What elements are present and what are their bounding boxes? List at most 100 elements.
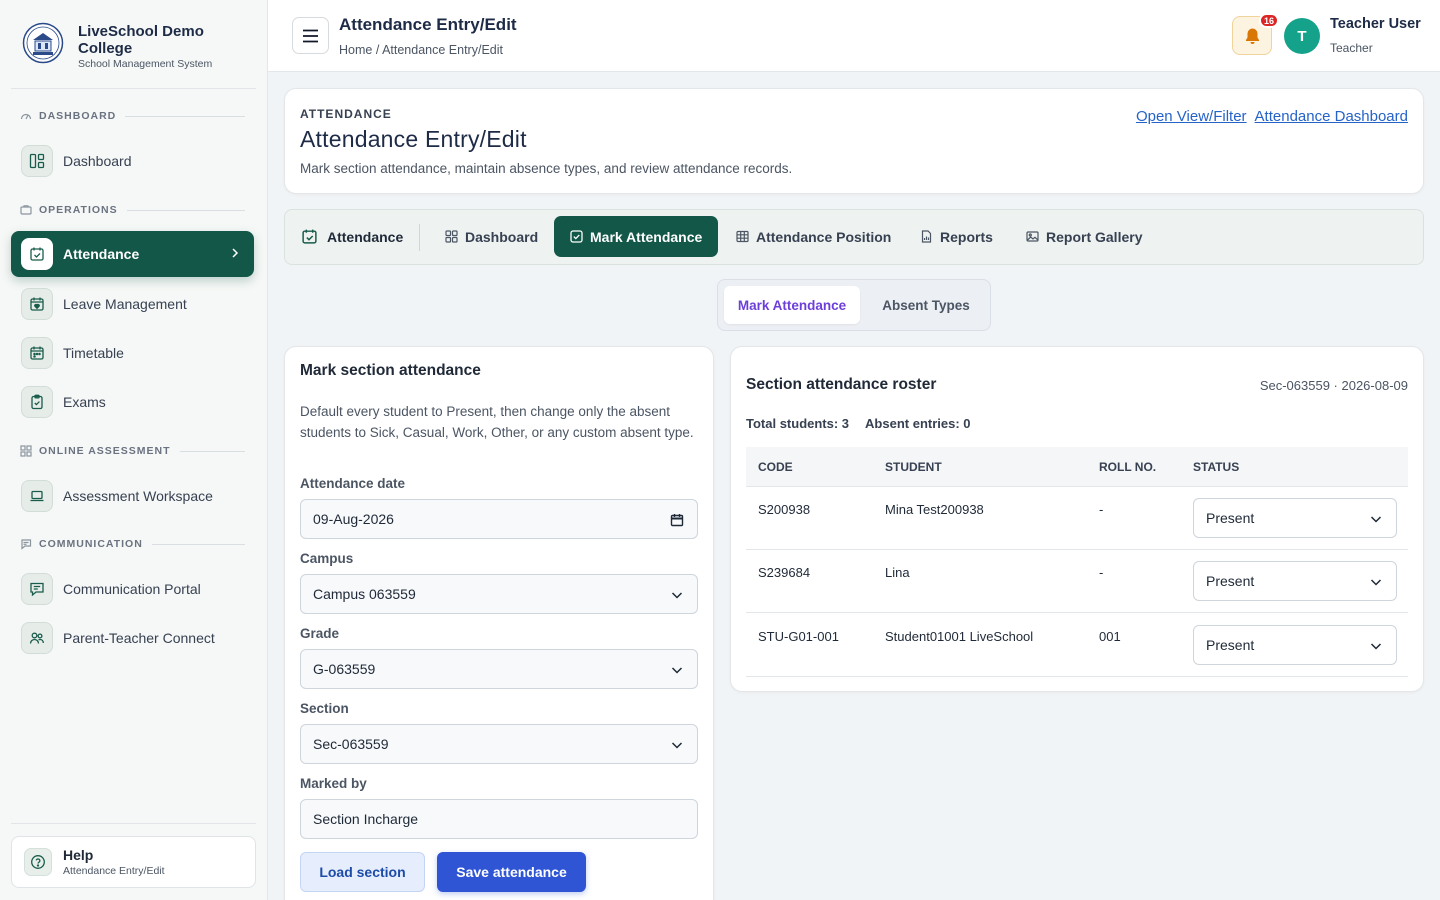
marked-by-label: Marked by: [300, 776, 367, 791]
laptop-icon: [21, 480, 53, 512]
notifications-button[interactable]: 16: [1232, 13, 1280, 55]
tab-label: Reports: [940, 228, 993, 245]
segment-mark-attendance[interactable]: Mark Attendance: [724, 286, 860, 324]
sidebar: LiveSchool Demo College School Managemen…: [0, 0, 268, 900]
grid-icon: [20, 445, 32, 457]
segment-absent-types[interactable]: Absent Types: [866, 286, 986, 324]
cell-code: S239684: [758, 565, 811, 580]
campus-select[interactable]: Campus 063559: [300, 574, 698, 614]
tab-attendance-position[interactable]: Attendance Position: [720, 216, 907, 257]
section-operations: OPERATIONS: [20, 202, 245, 218]
grade-label: Grade: [300, 626, 340, 641]
load-section-button[interactable]: Load section: [300, 852, 425, 892]
attendance-dashboard-link[interactable]: Attendance Dashboard: [1255, 108, 1408, 125]
section-label: OPERATIONS: [39, 204, 118, 216]
tab-report-gallery[interactable]: Report Gallery: [1010, 216, 1158, 257]
attendance-roster-card: Section attendance roster Sec-063559 · 2…: [730, 346, 1424, 692]
sidebar-item-communication-portal[interactable]: Communication Portal: [11, 566, 254, 612]
page-header-card: ATTENDANCE Attendance Entry/Edit Mark se…: [284, 88, 1424, 194]
open-view-filter-link[interactable]: Open View/Filter: [1136, 108, 1247, 125]
table-row: S200938 Mina Test200938 - Present: [746, 487, 1408, 550]
section-label: ONLINE ASSESSMENT: [39, 445, 171, 457]
help-card[interactable]: Help Attendance Entry/Edit: [11, 836, 256, 888]
attendance-date-input[interactable]: 09-Aug-2026: [300, 499, 698, 539]
chevron-down-icon: [1369, 639, 1383, 653]
module-tab-bar: Attendance Dashboard Mark Attendance Att…: [284, 209, 1424, 265]
gauge-icon: [20, 110, 32, 122]
roster-stats: Total students: 3 Absent entries: 0: [746, 416, 971, 431]
section-label: DASHBOARD: [39, 110, 117, 122]
attendance-date-label: Attendance date: [300, 476, 406, 491]
column-header-status: STATUS: [1193, 460, 1240, 474]
brand-subtitle: School Management System: [78, 58, 213, 70]
tab-dashboard[interactable]: Dashboard: [429, 216, 554, 257]
absent-entries: Absent entries: 0: [865, 416, 971, 431]
college-logo-icon: [22, 22, 64, 64]
section-dashboard: DASHBOARD: [20, 108, 245, 124]
column-header-roll: ROLL NO.: [1099, 460, 1157, 474]
file-chart-icon: [920, 230, 933, 243]
grade-select[interactable]: G-063559: [300, 649, 698, 689]
section-select[interactable]: Sec-063559: [300, 724, 698, 764]
sidebar-item-label: Exams: [63, 394, 106, 410]
sidebar-item-assessment-workspace[interactable]: Assessment Workspace: [11, 473, 254, 519]
total-students: Total students: 3: [746, 416, 850, 431]
field-value: 09-Aug-2026: [313, 511, 394, 527]
menu-toggle-button[interactable]: [292, 17, 329, 54]
save-attendance-button[interactable]: Save attendance: [437, 852, 586, 892]
tab-label: Attendance Position: [756, 228, 892, 245]
status-value: Present: [1206, 637, 1255, 653]
status-select[interactable]: Present: [1193, 625, 1397, 665]
grid-icon: [445, 230, 458, 243]
brand[interactable]: LiveSchool Demo College School Managemen…: [22, 22, 228, 70]
mark-attendance-form: Mark section attendance Default every st…: [284, 346, 714, 900]
briefcase-icon: [20, 204, 32, 216]
section-label: COMMUNICATION: [39, 538, 143, 550]
users-icon: [21, 622, 53, 654]
column-header-student: STUDENT: [885, 460, 942, 474]
tab-mark-attendance[interactable]: Mark Attendance: [554, 216, 719, 257]
form-title: Mark section attendance: [300, 362, 481, 379]
field-value: Section Incharge: [313, 811, 419, 827]
help-subtitle: Attendance Entry/Edit: [63, 865, 165, 877]
status-select[interactable]: Present: [1193, 498, 1397, 538]
sidebar-item-parent-teacher-connect[interactable]: Parent-Teacher Connect: [11, 615, 254, 661]
chevron-down-icon: [670, 588, 684, 602]
avatar[interactable]: T: [1284, 18, 1320, 54]
section-online-assessment: ONLINE ASSESSMENT: [20, 443, 245, 459]
cell-roll: -: [1099, 502, 1104, 517]
sidebar-item-leave-management[interactable]: Leave Management: [11, 281, 254, 327]
calendar-check-icon: [21, 238, 53, 270]
layout-icon: [21, 145, 53, 177]
chevron-down-icon: [670, 738, 684, 752]
sidebar-item-label: Attendance: [63, 246, 140, 262]
calendar-heart-icon: [21, 288, 53, 320]
marked-by-input[interactable]: Section Incharge: [300, 799, 698, 839]
calendar-icon[interactable]: [670, 513, 684, 527]
status-value: Present: [1206, 573, 1255, 589]
view-segmented-control: Mark Attendance Absent Types: [717, 279, 991, 331]
status-select[interactable]: Present: [1193, 561, 1397, 601]
tab-attendance-home[interactable]: Attendance: [301, 228, 403, 245]
calendar-grid-icon: [21, 337, 53, 369]
cell-code: STU-G01-001: [758, 629, 839, 644]
help-circle-icon: [24, 848, 52, 876]
column-header-code: CODE: [758, 460, 793, 474]
chevron-right-icon: [228, 246, 242, 260]
cell-student: Student01001 LiveSchool: [885, 629, 1034, 644]
sidebar-item-dashboard[interactable]: Dashboard: [11, 138, 254, 184]
cell-code: S200938: [758, 502, 811, 517]
cell-student: Lina: [885, 565, 910, 580]
breadcrumb[interactable]: Home / Attendance Entry/Edit: [339, 43, 503, 57]
sidebar-item-attendance[interactable]: Attendance: [11, 231, 254, 277]
notification-count-badge: 16: [1259, 13, 1280, 28]
section-label: Section: [300, 701, 349, 716]
user-name[interactable]: Teacher User: [1330, 16, 1421, 32]
image-icon: [1026, 230, 1039, 243]
sidebar-divider: [11, 88, 256, 89]
user-role: Teacher: [1330, 41, 1373, 55]
field-value: Sec-063559: [313, 736, 389, 752]
sidebar-item-exams[interactable]: Exams: [11, 379, 254, 425]
tab-reports[interactable]: Reports: [904, 216, 1009, 257]
sidebar-item-timetable[interactable]: Timetable: [11, 330, 254, 376]
